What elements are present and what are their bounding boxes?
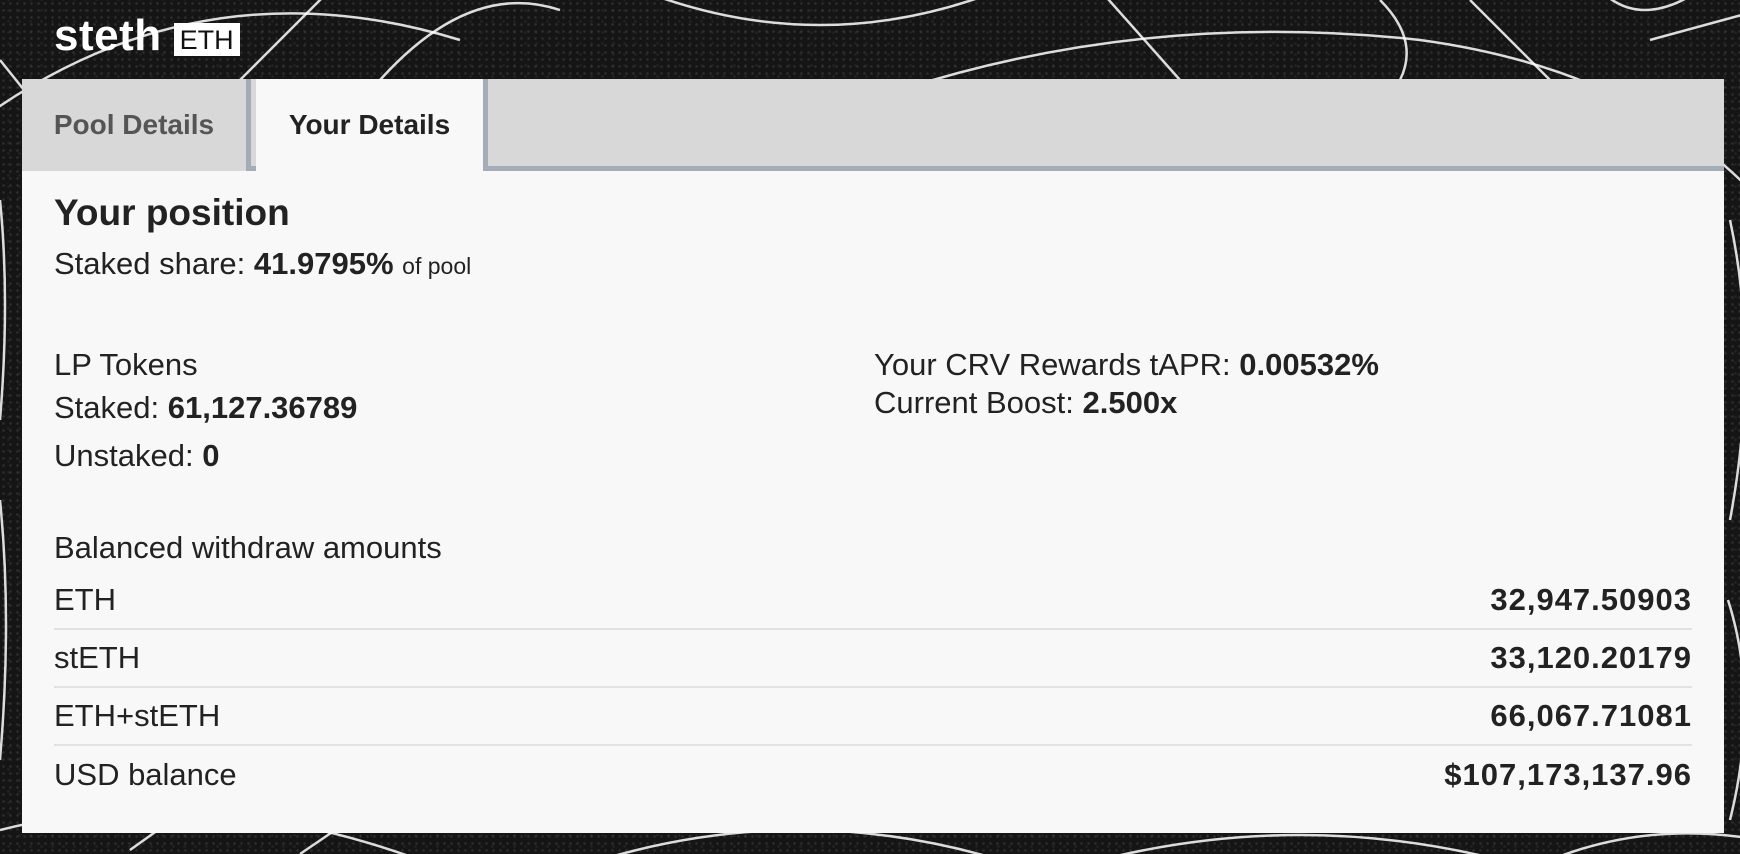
lp-staked-label: Staked: [54, 390, 160, 425]
staked-share-value: 41.9795% [253, 246, 394, 281]
withdraw-row-label: ETH [54, 582, 116, 617]
current-boost-label: Current Boost: [874, 385, 1074, 420]
withdraw-row-value: $107,173,137.96 [1444, 757, 1692, 792]
withdraw-row-label: ETH+stETH [54, 698, 221, 733]
withdraw-row-eth: ETH 32,947.50903 [54, 572, 1692, 630]
tab-your-details[interactable]: Your Details [256, 79, 488, 171]
current-boost-value: 2.500x [1082, 385, 1178, 420]
lp-unstaked-value: 0 [202, 438, 220, 473]
lp-staked-value: 61,127.36789 [167, 390, 358, 425]
withdraw-row-eth-steth: ETH+stETH 66,067.71081 [54, 688, 1692, 746]
lp-staked-line: Staked: 61,127.36789 [54, 390, 357, 426]
crv-tapr-value: 0.00532% [1239, 347, 1379, 382]
staked-share-suffix: of pool [402, 253, 472, 279]
lp-unstaked-label: Unstaked: [54, 438, 194, 473]
crv-tapr-label: Your CRV Rewards tAPR: [874, 347, 1231, 382]
withdraw-row-value: 66,067.71081 [1490, 698, 1692, 733]
pool-badge: ETH [173, 22, 240, 56]
lp-tokens-heading: LP Tokens [54, 347, 198, 382]
lp-unstaked-line: Unstaked: 0 [54, 438, 219, 474]
withdraw-row-label: USD balance [54, 757, 237, 792]
withdraw-table: ETH 32,947.50903 stETH 33,120.20179 ETH+… [54, 572, 1692, 804]
withdraw-row-usd: USD balance $107,173,137.96 [54, 746, 1692, 804]
position-title: Your position [54, 192, 290, 233]
withdraw-row-label: stETH [54, 640, 141, 675]
withdraw-row-value: 33,120.20179 [1490, 640, 1692, 675]
current-boost-line: Current Boost: 2.500x [874, 385, 1177, 421]
pool-name: steth [54, 11, 162, 60]
withdraw-heading: Balanced withdraw amounts [54, 530, 442, 565]
staked-share-line: Staked share: 41.9795% of pool [54, 246, 471, 282]
tab-bar: Pool Details Your Details [22, 79, 1724, 171]
withdraw-row-steth: stETH 33,120.20179 [54, 630, 1692, 688]
withdraw-row-value: 32,947.50903 [1490, 582, 1692, 617]
pool-header: steth ETH [54, 12, 240, 60]
staked-share-label: Staked share: [54, 246, 246, 281]
details-panel: Pool Details Your Details Your position … [22, 79, 1724, 833]
tab-pool-details[interactable]: Pool Details [22, 79, 251, 171]
crv-tapr-line: Your CRV Rewards tAPR: 0.00532% [874, 347, 1379, 383]
